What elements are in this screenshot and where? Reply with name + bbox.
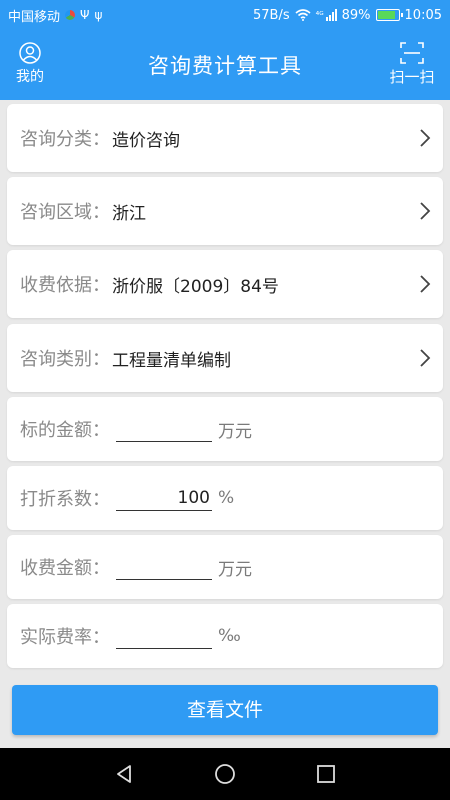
type-selector[interactable]: 咨询类别： 工程量清单编制	[7, 324, 443, 392]
chevron-right-icon	[420, 129, 431, 147]
bid-amount-label: 标的金额：	[20, 420, 110, 441]
basis-label: 收费依据：	[20, 275, 110, 296]
view-file-button[interactable]: 查看文件	[12, 685, 438, 735]
status-bar: 中国移动 Ψ ψ 57B/s ⁴ᴳ 89% 10:05	[0, 0, 450, 30]
battery-icon	[375, 9, 403, 21]
fee-amount-unit: 万元	[218, 559, 252, 580]
system-nav-bar	[0, 748, 450, 800]
actual-rate-row: 实际费率： ‰	[7, 604, 443, 668]
discount-row: 打折系数： 100 %	[7, 466, 443, 530]
clock: 10:05	[404, 7, 442, 23]
scan-icon	[400, 42, 424, 64]
signal-bar	[328, 15, 331, 21]
bid-amount-input[interactable]	[116, 416, 212, 442]
chevron-right-icon	[420, 202, 431, 220]
bid-amount-row: 标的金额： 万元	[7, 397, 443, 461]
back-icon[interactable]	[112, 762, 136, 786]
actual-rate-input[interactable]	[116, 623, 212, 649]
network-type-label: ⁴ᴳ	[315, 11, 324, 21]
basis-row: 收费依据： 浙价服〔2009〕84号	[7, 250, 443, 318]
signal-icon: ⁴ᴳ	[316, 9, 337, 21]
fee-amount-card: 收费金额： 万元	[7, 535, 443, 599]
signal-bar	[325, 17, 328, 21]
type-row: 咨询类别： 工程量清单编制	[7, 324, 443, 392]
usb-icon: Ψ	[80, 8, 90, 22]
app-notification-icon	[65, 10, 76, 20]
usb-debug-icon: ψ	[94, 8, 103, 22]
discount-input[interactable]: 100	[116, 485, 212, 511]
fee-amount-row: 收费金额： 万元	[7, 535, 443, 599]
discount-card: 打折系数： 100 %	[7, 466, 443, 530]
basis-selector[interactable]: 收费依据： 浙价服〔2009〕84号	[7, 250, 443, 318]
battery-fill	[377, 11, 396, 19]
type-label: 咨询类别：	[20, 349, 110, 370]
region-label: 咨询区域：	[20, 202, 110, 223]
status-right: 57B/s ⁴ᴳ 89% 10:05	[253, 8, 442, 23]
category-selector[interactable]: 咨询分类： 造价咨询	[7, 104, 443, 172]
bid-amount-card: 标的金额： 万元	[7, 397, 443, 461]
network-speed: 57B/s	[253, 7, 290, 23]
category-row: 咨询分类： 造价咨询	[7, 104, 443, 172]
fee-amount-input[interactable]	[116, 554, 212, 580]
scan-button[interactable]: 扫一扫	[382, 42, 442, 87]
basis-value: 浙价服〔2009〕84号	[112, 276, 279, 297]
category-label: 咨询分类：	[20, 129, 110, 150]
actual-rate-unit: ‰	[218, 626, 241, 646]
battery-percent: 89%	[341, 7, 371, 23]
fee-amount-label: 收费金额：	[20, 558, 110, 579]
home-icon[interactable]	[213, 762, 237, 786]
category-value: 造价咨询	[112, 130, 180, 151]
actual-rate-card: 实际费率： ‰	[7, 604, 443, 668]
signal-bar	[331, 12, 334, 21]
scan-label: 扫一扫	[389, 68, 435, 86]
discount-unit: %	[218, 488, 235, 508]
app-bar: 我的 咨询费计算工具 扫一扫	[0, 30, 450, 100]
chevron-right-icon	[420, 275, 431, 293]
region-value: 浙江	[112, 203, 146, 224]
type-value: 工程量清单编制	[112, 350, 231, 371]
recents-icon[interactable]	[314, 762, 338, 786]
status-left: 中国移动 Ψ ψ	[8, 6, 102, 25]
chevron-right-icon	[420, 349, 431, 367]
bid-amount-unit: 万元	[218, 421, 252, 442]
actual-rate-label: 实际费率：	[20, 627, 110, 648]
carrier-name: 中国移动	[8, 9, 61, 25]
discount-label: 打折系数：	[20, 489, 110, 510]
wifi-icon	[295, 9, 311, 21]
region-selector[interactable]: 咨询区域： 浙江	[7, 177, 443, 245]
signal-bar	[334, 9, 337, 21]
region-row: 咨询区域： 浙江	[7, 177, 443, 245]
